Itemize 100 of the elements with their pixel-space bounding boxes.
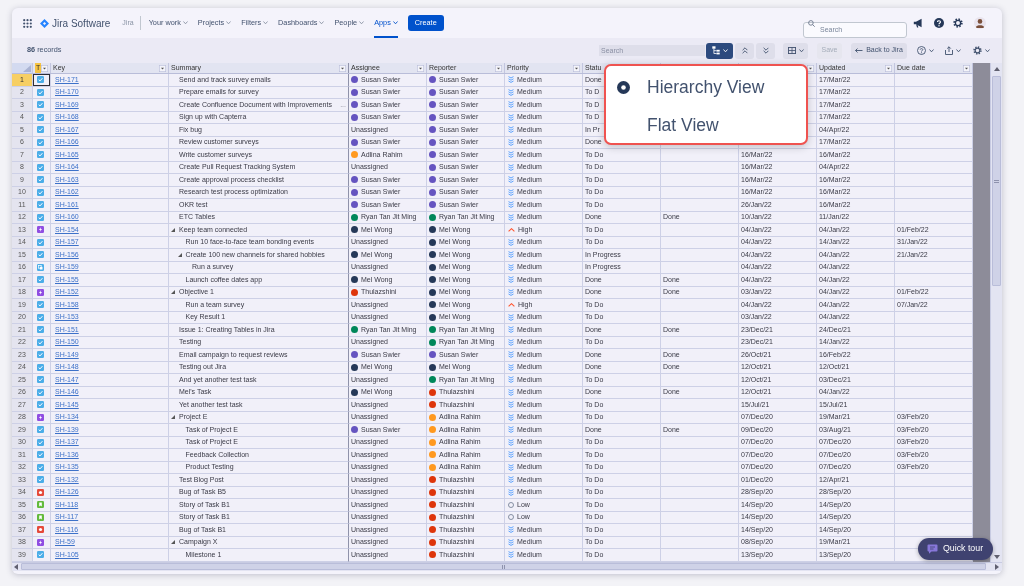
lightning-icon [37,413,44,421]
search-icon [808,19,815,27]
chevrons-down-icon [508,388,514,396]
vertical-scrollbar[interactable] [990,63,1002,562]
chevrons-down-icon [508,213,514,221]
product-name[interactable]: Jira Software [52,15,111,31]
bookmark-icon [37,501,44,509]
checkmark-icon [37,388,44,396]
scrollbar-thumb[interactable] [992,76,1001,286]
triangle-icon[interactable] [171,290,175,295]
chevrons-down-icon [508,326,514,334]
checkmark-icon [37,313,44,321]
checkmark-icon [37,551,44,559]
chevrons-down-icon [508,113,514,121]
checkmark-icon [37,176,44,184]
quick-tour-button[interactable]: Quick tour [918,538,993,560]
user-avatar-icon[interactable] [974,17,986,29]
chevron-down-icon[interactable] [928,48,934,53]
checkmark-icon [37,251,44,259]
arrow-left-icon[interactable] [14,563,18,570]
help-icon [916,46,926,55]
chevron-up-icon [508,227,515,232]
checkmark-icon [37,326,44,334]
megaphone-icon[interactable] [913,18,923,28]
chevrons-down-icon [508,201,514,209]
help-icon[interactable] [934,18,944,28]
menu-option[interactable]: Hierarchy View [606,68,806,106]
settings-icon[interactable] [953,18,963,28]
chevrons-down-icon [508,101,514,109]
checkmark-icon [37,238,44,246]
double-chevron-up-icon [741,47,748,54]
settings-icon [972,46,982,55]
chevrons-down-icon [508,551,514,559]
chevron-down-icon[interactable] [984,48,990,53]
checkmark-icon [37,401,44,409]
circle-icon [508,514,514,521]
arrow-left-icon [855,48,864,53]
checkmark-icon [37,151,44,159]
chevrons-down-icon [508,526,514,534]
chevron-down-icon[interactable] [798,48,804,53]
dropdown-arrow-icon[interactable] [807,64,814,72]
chevrons-down-icon [508,438,514,446]
menu-option[interactable]: Flat View [606,106,806,144]
chevrons-down-icon [508,351,514,359]
chevrons-down-icon [508,188,514,196]
chevron-down-icon[interactable] [392,21,398,25]
checkmark-icon [37,426,44,434]
checkmark-icon [37,88,44,96]
triangle-icon[interactable] [177,252,182,257]
chevrons-down-icon [508,476,514,484]
chevrons-down-icon [508,288,514,296]
chevron-down-icon[interactable] [956,48,961,53]
checkmark-icon [37,363,44,371]
checkmark-icon [37,338,44,346]
checkmark-icon [37,213,44,221]
checkmark-icon [37,126,44,134]
collapse-all-button[interactable] [756,42,775,59]
checkmark-icon [37,451,44,459]
scrollbar-thumb[interactable] [21,563,986,570]
columns-button[interactable] [783,42,808,59]
checkmark-icon [37,113,44,121]
checkmark-icon [37,463,44,471]
checkmark-icon [37,301,44,309]
checkmark-icon [37,438,44,446]
chevrons-down-icon [508,538,514,546]
chevrons-down-icon [508,363,514,371]
chevrons-down-icon [508,413,514,421]
app-grid-icon[interactable] [23,18,32,28]
arrow-up-icon[interactable] [993,66,1000,71]
lightning-icon [37,288,44,296]
diamond-logo-icon[interactable] [40,18,49,28]
arrow-down-icon[interactable] [993,554,1000,559]
checkmark-icon [37,201,44,209]
triangle-icon[interactable] [171,540,175,545]
triangle-icon[interactable] [171,227,175,232]
view-mode-button[interactable] [706,42,733,59]
lightning-icon [37,226,44,234]
double-chevron-down-icon [762,47,769,54]
selected-cell-outline [33,74,50,86]
triangle-icon[interactable] [171,415,175,420]
chevrons-down-icon [508,426,514,434]
chevrons-down-icon [508,338,514,346]
checkmark-icon [37,76,44,84]
chevrons-down-icon [508,163,514,171]
checkmark-icon [37,163,44,171]
chat-bubble-icon [927,544,938,554]
checkmark-icon [37,376,44,384]
expand-all-button[interactable] [735,42,754,59]
horizontal-scrollbar[interactable] [12,561,1002,571]
radio-selected-icon [617,80,630,94]
checkmark-icon [37,101,44,109]
table-icon [787,47,796,54]
chevrons-down-icon [508,376,514,384]
checkmark-icon [37,138,44,146]
chevrons-down-icon [508,313,514,321]
arrow-right-icon[interactable] [995,563,999,570]
chevrons-down-icon [508,138,514,146]
chevron-up-icon [508,302,515,307]
chevrons-down-icon [508,401,514,409]
chevrons-down-icon [508,88,514,96]
